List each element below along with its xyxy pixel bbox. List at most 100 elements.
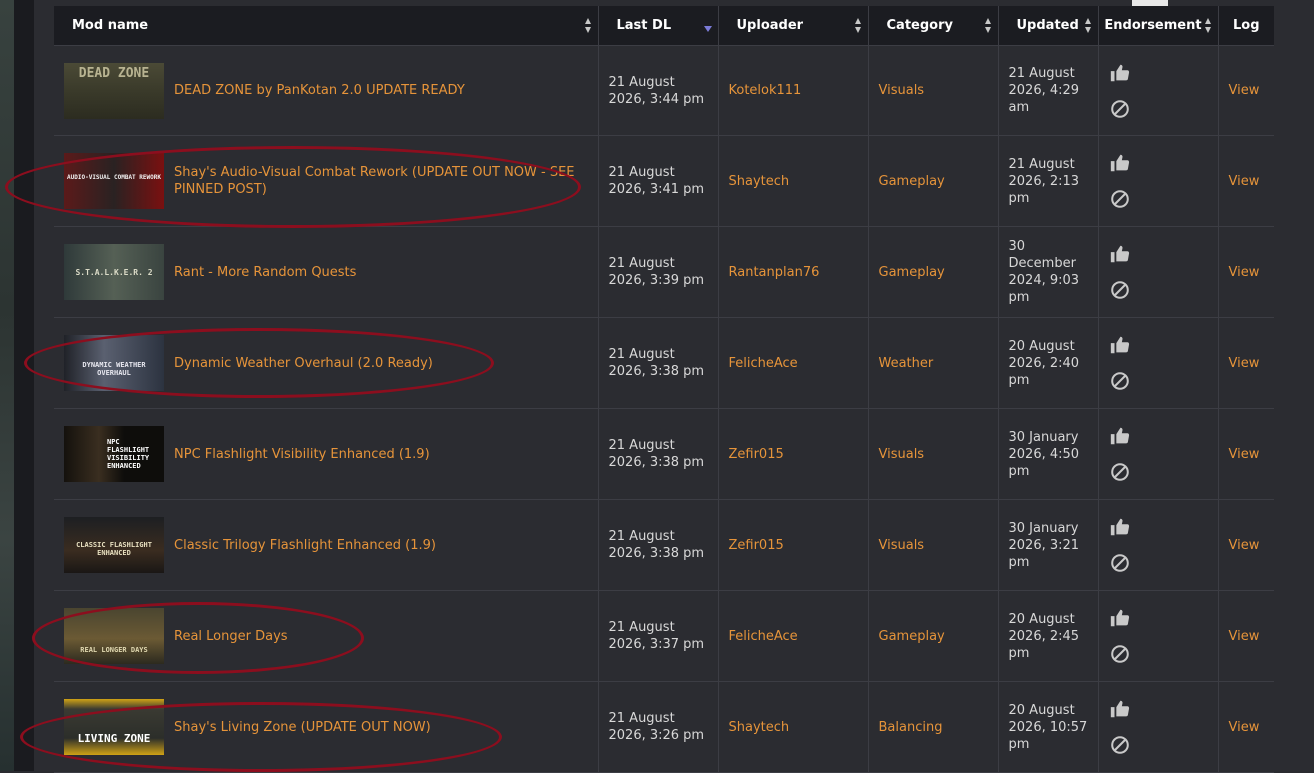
no-sign-icon[interactable] bbox=[1109, 734, 1131, 756]
log-view-link[interactable]: View bbox=[1229, 356, 1260, 371]
no-sign-icon[interactable] bbox=[1109, 552, 1131, 574]
last-dl-cell: 21 August 2026, 3:38 pm bbox=[598, 317, 719, 409]
endorsement-cell bbox=[1098, 45, 1219, 136]
log-view-link[interactable]: View bbox=[1229, 629, 1260, 644]
table-row: S.T.A.L.K.E.R. 2 Rant - More Random Quest… bbox=[54, 226, 1274, 318]
uploader-link[interactable]: FelicheAce bbox=[729, 629, 798, 644]
category-link[interactable]: Gameplay bbox=[879, 174, 945, 189]
thumbs-up-icon[interactable] bbox=[1109, 516, 1131, 538]
endorsement-cell bbox=[1098, 226, 1219, 318]
category-link[interactable]: Gameplay bbox=[879, 629, 945, 644]
mod-title-link[interactable]: NPC Flashlight Visibility Enhanced (1.9) bbox=[174, 446, 430, 463]
uploader-link[interactable]: Zefir015 bbox=[729, 538, 784, 553]
thumbnail-text: DYNAMIC WEATHER OVERHAUL bbox=[82, 361, 146, 378]
thumbnail-text: CLASSIC FLASHLIGHT ENHANCED bbox=[76, 541, 152, 558]
last-dl-cell: 21 August 2026, 3:38 pm bbox=[598, 408, 719, 500]
no-sign-icon[interactable] bbox=[1109, 279, 1131, 301]
column-header-uploader[interactable]: Uploader bbox=[718, 6, 869, 46]
log-view-link[interactable]: View bbox=[1229, 447, 1260, 462]
log-cell: View bbox=[1218, 45, 1274, 136]
sort-icon bbox=[984, 18, 992, 34]
last-dl-cell: 21 August 2026, 3:37 pm bbox=[598, 590, 719, 682]
column-header-category[interactable]: Category bbox=[868, 6, 999, 46]
column-header-updated[interactable]: Updated bbox=[998, 6, 1099, 46]
mod-thumbnail[interactable]: CLASSIC FLASHLIGHT ENHANCED bbox=[64, 517, 164, 573]
mod-title-link[interactable]: Dynamic Weather Overhaul (2.0 Ready) bbox=[174, 355, 433, 372]
updated-cell: 30 January 2026, 3:21 pm bbox=[998, 499, 1099, 591]
no-sign-icon[interactable] bbox=[1109, 188, 1131, 210]
thumbs-up-icon[interactable] bbox=[1109, 152, 1131, 174]
mod-title-link[interactable]: Rant - More Random Quests bbox=[174, 264, 356, 281]
last-dl-cell: 21 August 2026, 3:26 pm bbox=[598, 681, 719, 773]
mod-name-cell: S.T.A.L.K.E.R. 2 Rant - More Random Quest… bbox=[54, 226, 599, 318]
thumbs-up-icon[interactable] bbox=[1109, 243, 1131, 265]
no-sign-icon[interactable] bbox=[1109, 643, 1131, 665]
log-view-link[interactable]: View bbox=[1229, 174, 1260, 189]
thumbs-up-icon[interactable] bbox=[1109, 62, 1131, 84]
updated-cell: 21 August 2026, 4:29 am bbox=[998, 45, 1099, 136]
no-sign-icon[interactable] bbox=[1109, 461, 1131, 483]
updated-cell: 21 August 2026, 2:13 pm bbox=[998, 135, 1099, 227]
category-cell: Visuals bbox=[868, 45, 999, 136]
uploader-link[interactable]: Kotelok111 bbox=[729, 83, 802, 98]
thumbs-up-icon[interactable] bbox=[1109, 425, 1131, 447]
log-cell: View bbox=[1218, 226, 1274, 318]
mod-thumbnail[interactable]: REAL LONGER DAYS bbox=[64, 608, 164, 664]
mod-name-cell: DYNAMIC WEATHER OVERHAUL Dynamic Weather … bbox=[54, 317, 599, 409]
mod-name-cell: NPC FLASHLIGHT VISIBILITY ENHANCED NPC Fl… bbox=[54, 408, 599, 500]
log-view-link[interactable]: View bbox=[1229, 538, 1260, 553]
uploader-cell: FelicheAce bbox=[718, 590, 869, 682]
sort-desc-icon bbox=[703, 26, 712, 32]
column-header-label: Last DL bbox=[616, 18, 672, 33]
uploader-link[interactable]: FelicheAce bbox=[729, 356, 798, 371]
log-view-link[interactable]: View bbox=[1229, 83, 1260, 98]
uploader-cell: Zefir015 bbox=[718, 499, 869, 591]
mod-title-link[interactable]: Shay's Living Zone (UPDATE OUT NOW) bbox=[174, 719, 431, 736]
mod-name-cell: LIVING ZONE Shay's Living Zone (UPDATE OU… bbox=[54, 681, 599, 773]
column-header-last-dl[interactable]: Last DL bbox=[598, 6, 719, 46]
table-row: LIVING ZONE Shay's Living Zone (UPDATE OU… bbox=[54, 681, 1274, 773]
category-link[interactable]: Gameplay bbox=[879, 265, 945, 280]
mod-title-link[interactable]: Real Longer Days bbox=[174, 628, 288, 645]
thumbs-up-icon[interactable] bbox=[1109, 334, 1131, 356]
mod-title-link[interactable]: DEAD ZONE by PanKotan 2.0 UPDATE READY bbox=[174, 82, 465, 99]
table-row: DEAD ZONE DEAD ZONE by PanKotan 2.0 UPDAT… bbox=[54, 45, 1274, 136]
no-sign-icon[interactable] bbox=[1109, 98, 1131, 120]
thumbs-up-icon[interactable] bbox=[1109, 698, 1131, 720]
thumbs-up-icon[interactable] bbox=[1109, 607, 1131, 629]
mod-thumbnail[interactable]: DYNAMIC WEATHER OVERHAUL bbox=[64, 335, 164, 391]
background-scenery bbox=[0, 0, 14, 771]
column-header-endorsement[interactable]: Endorsement bbox=[1098, 6, 1219, 46]
table-row: REAL LONGER DAYS Real Longer Days 21 Augus… bbox=[54, 590, 1274, 682]
log-cell: View bbox=[1218, 499, 1274, 591]
uploader-link[interactable]: Rantanplan76 bbox=[729, 265, 820, 280]
mods-table: Mod name Last DL Uploader Category Updat… bbox=[54, 6, 1274, 773]
category-link[interactable]: Visuals bbox=[879, 83, 925, 98]
mod-title-link[interactable]: Classic Trilogy Flashlight Enhanced (1.9… bbox=[174, 537, 436, 554]
mod-thumbnail[interactable]: LIVING ZONE bbox=[64, 699, 164, 755]
category-link[interactable]: Visuals bbox=[879, 447, 925, 462]
uploader-cell: Shaytech bbox=[718, 135, 869, 227]
mod-title-link[interactable]: Shay's Audio-Visual Combat Rework (UPDAT… bbox=[174, 164, 588, 198]
category-cell: Weather bbox=[868, 317, 999, 409]
page-frame bbox=[14, 0, 34, 771]
mod-thumbnail[interactable]: DEAD ZONE bbox=[64, 62, 164, 119]
no-sign-icon[interactable] bbox=[1109, 370, 1131, 392]
category-link[interactable]: Visuals bbox=[879, 538, 925, 553]
column-header-label: Uploader bbox=[736, 18, 804, 33]
table-row: AUDIO-VISUAL COMBAT REWORK Shay's Audio-V… bbox=[54, 135, 1274, 227]
uploader-link[interactable]: Shaytech bbox=[729, 720, 790, 735]
mod-thumbnail[interactable]: NPC FLASHLIGHT VISIBILITY ENHANCED bbox=[64, 426, 164, 482]
column-header-log: Log bbox=[1218, 6, 1274, 46]
column-header-mod-name[interactable]: Mod name bbox=[54, 6, 599, 46]
uploader-link[interactable]: Zefir015 bbox=[729, 447, 784, 462]
category-link[interactable]: Weather bbox=[879, 356, 934, 371]
uploader-link[interactable]: Shaytech bbox=[729, 174, 790, 189]
mod-thumbnail[interactable]: AUDIO-VISUAL COMBAT REWORK bbox=[64, 153, 164, 209]
log-view-link[interactable]: View bbox=[1229, 265, 1260, 280]
uploader-cell: Shaytech bbox=[718, 681, 869, 773]
category-link[interactable]: Balancing bbox=[879, 720, 943, 735]
mod-thumbnail[interactable]: S.T.A.L.K.E.R. 2 bbox=[64, 244, 164, 300]
sort-icon bbox=[854, 18, 862, 34]
log-view-link[interactable]: View bbox=[1229, 720, 1260, 735]
